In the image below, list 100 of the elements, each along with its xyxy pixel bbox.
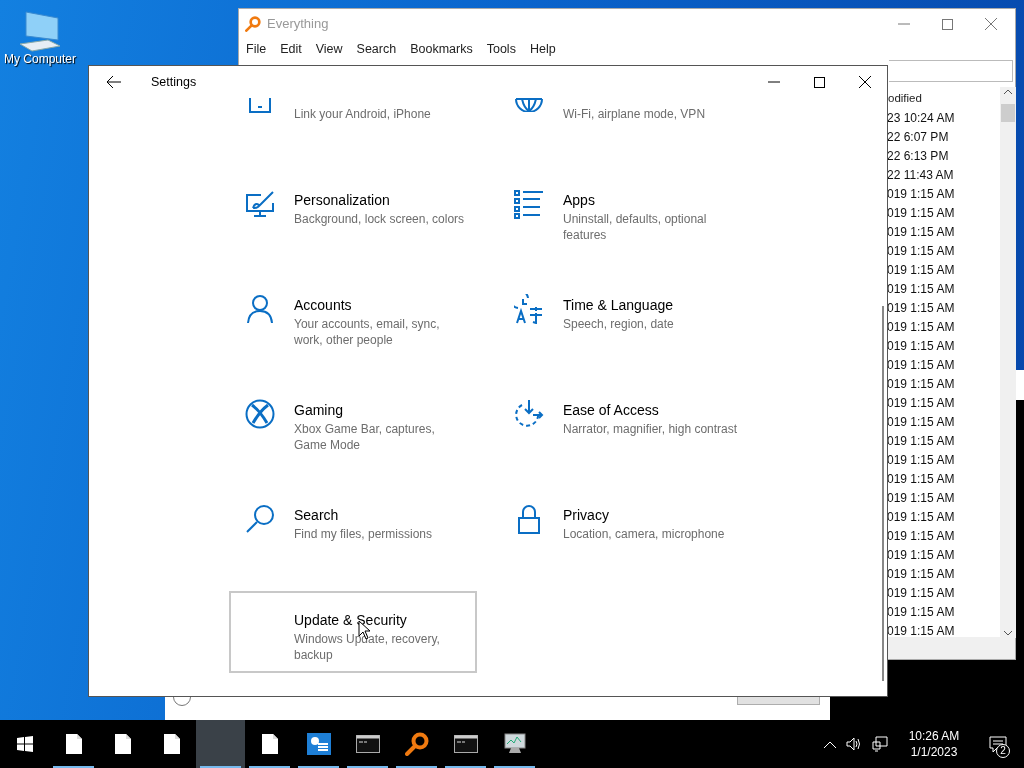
globe-icon [514, 98, 544, 112]
settings-window-icon [306, 733, 331, 755]
maximize-icon[interactable] [814, 76, 825, 88]
modified-date-cell-text: 019 1:15 AM [887, 623, 956, 638]
modified-date-cell-text: 019 1:15 AM [887, 547, 956, 564]
settings-category-tile[interactable]: Personalization Background, lock screen, colors [229, 171, 477, 253]
close-icon[interactable] [859, 76, 871, 88]
modified-date-cell-text: 22 6:07 PM [887, 129, 950, 146]
category-description: Uninstall, defaults, optional features [563, 211, 708, 243]
category-title: Privacy [563, 506, 610, 524]
modified-date-cell-text: 019 1:15 AM [887, 357, 956, 374]
window-title: Everything [267, 15, 329, 34]
search-field[interactable] [889, 60, 1013, 82]
scroll-thumb[interactable] [1001, 104, 1015, 122]
category-title: Apps [563, 191, 596, 209]
modified-date-cell-text: 019 1:15 AM [887, 509, 956, 526]
modified-date-cell-text: 019 1:15 AM [887, 433, 956, 450]
back-arrow-icon[interactable] [107, 76, 121, 88]
modified-date-cell-text: 019 1:15 AM [887, 262, 956, 279]
category-title: Time & Language [563, 296, 674, 314]
list-icon [514, 189, 544, 219]
document-icon [114, 734, 131, 754]
menu-item[interactable]: Bookmarks [410, 39, 473, 59]
category-description: Wi-Fi, airplane mode, VPN [563, 106, 707, 122]
category-title: Search [294, 506, 340, 524]
settings-category-tile[interactable]: Apps Uninstall, defaults, optional features [498, 171, 746, 253]
category-title: Accounts [294, 296, 353, 314]
settings-category-tile[interactable]: Time & Language Speech, region, date [498, 276, 746, 358]
monitor-brush-icon [245, 189, 275, 219]
settings-category-tile[interactable]: Accounts Your accounts, email, sync, work, other people [229, 276, 477, 358]
column-header[interactable]: odified [887, 87, 1001, 109]
console-icon [453, 735, 478, 753]
category-description: Background, lock screen, colors [294, 211, 466, 227]
settings-category-tile[interactable]: Gaming Xbox Game Bar, captures, Game Mode [229, 381, 477, 463]
category-description: Your accounts, email, sync, work, other people [294, 316, 441, 348]
settings-category-tile[interactable]: Ease of Access Narrator, magnifier, high contrast [498, 381, 746, 463]
modified-date-cell-text: 22 6:13 PM [887, 148, 950, 165]
menu-item[interactable]: Search [356, 39, 397, 59]
settings-category-tile[interactable]: Link your Android, iPhone [229, 98, 477, 148]
clock-date[interactable]: 1/1/2023 [910, 744, 958, 760]
category-description: Link your Android, iPhone [294, 106, 432, 122]
modified-date-cell-text: 019 1:15 AM [887, 528, 956, 545]
search-icon [245, 504, 275, 534]
modified-date-cell-text: 019 1:15 AM [887, 566, 956, 583]
document-icon [163, 734, 180, 754]
magnifier-icon [404, 732, 429, 756]
category-title: Ease of Access [563, 401, 660, 419]
modified-date-cell-text: 019 1:15 AM [887, 338, 956, 355]
menu-item[interactable]: File [246, 39, 267, 59]
scroll-down-icon[interactable] [1004, 631, 1012, 636]
modified-date-cell-text: 019 1:15 AM [887, 452, 956, 469]
modified-date-cell-text: 019 1:15 AM [887, 395, 956, 412]
radio-button[interactable] [173, 697, 191, 706]
modified-date-cell-text: 019 1:15 AM [887, 490, 956, 507]
clock-time[interactable]: 10:26 AM [908, 728, 960, 744]
modified-date-cell-text: 23 10:24 AM [887, 110, 956, 127]
menu-item[interactable]: Edit [280, 39, 302, 59]
category-title: Update & Security [294, 611, 408, 629]
category-description: Windows Update, recovery, backup [294, 631, 441, 663]
modified-date-cell-text: 22 11:43 AM [887, 167, 955, 184]
modified-date-cell-text: 019 1:15 AM [887, 414, 956, 431]
modified-date-cell-text: 019 1:15 AM [887, 205, 956, 222]
category-description: Find my files, permissions [294, 526, 434, 542]
window-edge [1016, 370, 1024, 400]
category-description: Narrator, magnifier, high contrast [563, 421, 738, 437]
modified-date-cell-text: 019 1:15 AM [887, 281, 956, 298]
xbox-icon [245, 399, 275, 429]
window-title: Settings [151, 73, 197, 91]
phone-icon [249, 98, 271, 113]
menu-item[interactable]: Help [529, 39, 556, 59]
modified-date-cell-text: 019 1:15 AM [887, 224, 956, 241]
category-title: Gaming [294, 401, 345, 419]
menu-item[interactable]: View [315, 39, 343, 59]
category-description: Speech, region, date [563, 316, 675, 332]
menu-item[interactable]: Tools [486, 39, 516, 59]
category-description: Location, camera, microphone [563, 526, 726, 542]
scrollbar[interactable] [1000, 87, 1016, 638]
notification-icon[interactable] [989, 735, 1007, 753]
document-icon [65, 734, 82, 754]
modified-date-cell-text: 019 1:15 AM [887, 319, 956, 336]
settings-category-tile[interactable]: Search Find my files, permissions [229, 486, 477, 568]
windows-start-icon [16, 736, 33, 752]
category-title: Personalization [294, 191, 391, 209]
dashed-clock-icon [514, 399, 544, 429]
computer-icon[interactable] [18, 8, 62, 52]
modified-date-cell-text: 019 1:15 AM [887, 604, 956, 621]
settings-category-tile[interactable]: Update & Security Windows Update, recovery, backup [229, 591, 477, 673]
network-icon[interactable] [872, 736, 888, 752]
speaker-icon[interactable] [846, 737, 862, 751]
document-icon [261, 734, 278, 754]
chevron-up-icon[interactable] [824, 740, 836, 748]
settings-category-tile[interactable]: Privacy Location, camera, microphone [498, 486, 746, 568]
desktop-icon-label[interactable]: My Computer [4, 52, 76, 66]
scroll-up-icon[interactable] [1004, 89, 1012, 94]
monitor-chart-icon [502, 733, 527, 755]
modified-date-cell-text: 019 1:15 AM [887, 186, 956, 203]
modified-date-cell-text: 019 1:15 AM [887, 300, 956, 317]
notification-count-badge: 2 [996, 744, 1010, 758]
settings-category-tile[interactable]: Wi-Fi, airplane mode, VPN [498, 98, 746, 148]
person-icon [245, 294, 275, 324]
